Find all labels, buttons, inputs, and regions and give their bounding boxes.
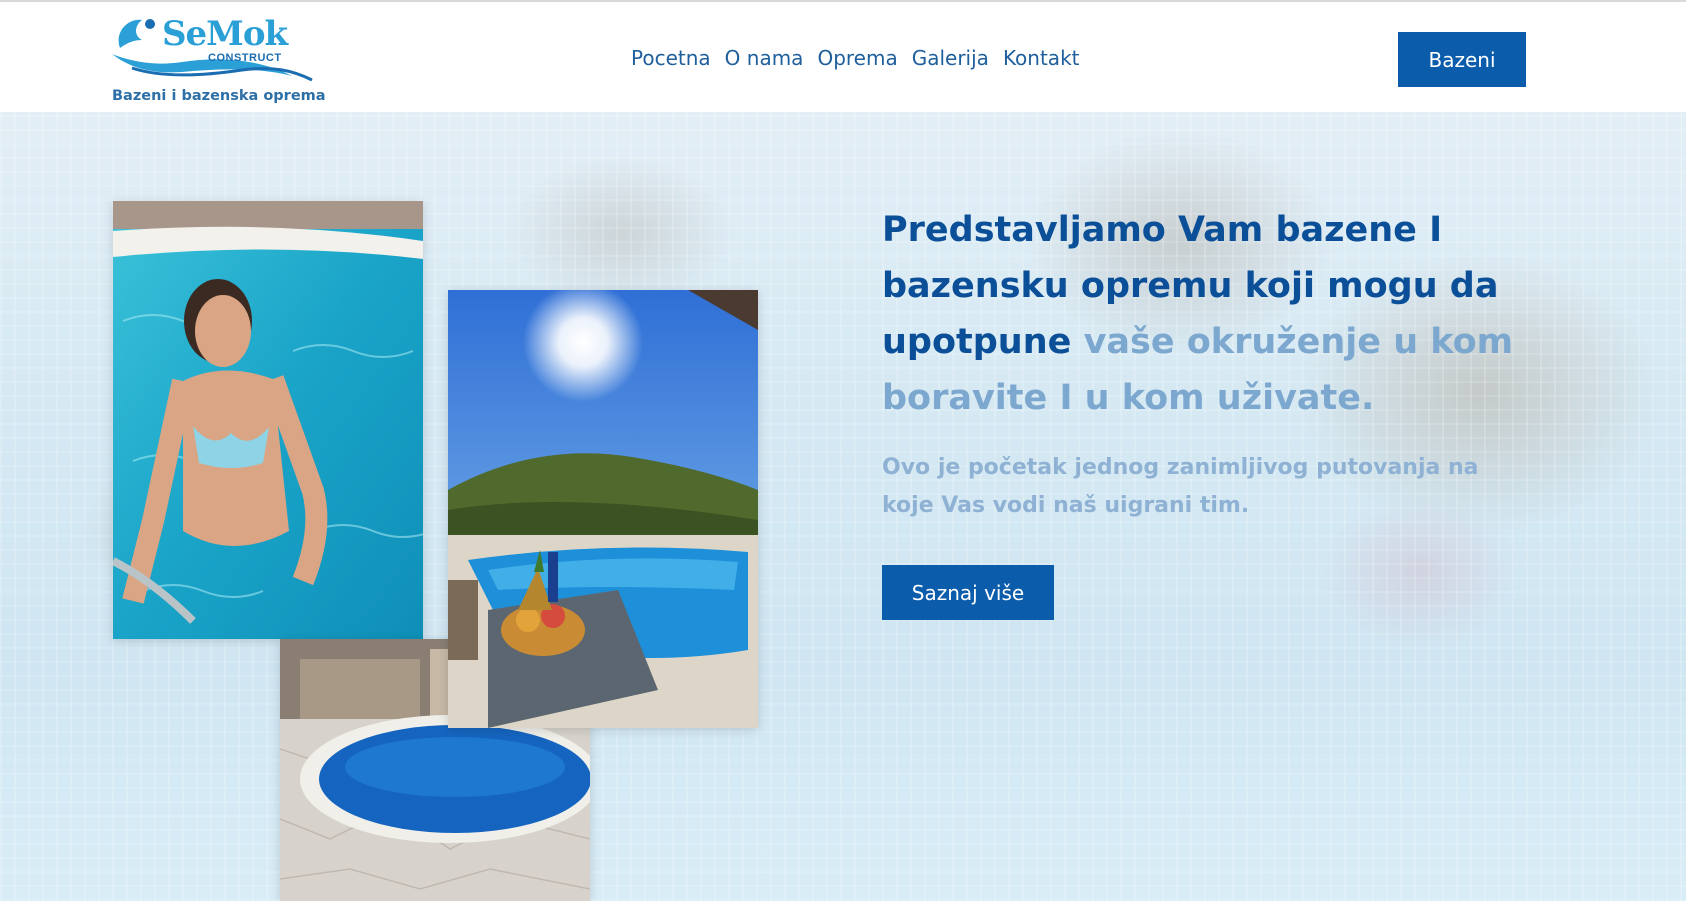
hero-headline: Predstavljamo Vam bazene I bazensku opre… xyxy=(882,202,1522,426)
pool-sun-photo xyxy=(448,290,758,728)
tagline: Bazeni i bazenska oprema xyxy=(112,88,326,104)
pool-woman-photo xyxy=(113,201,423,639)
nav-item-o-nama[interactable]: O nama xyxy=(725,46,804,70)
logo[interactable]: SeMok CONSTRUCT Bazeni i bazenska oprema xyxy=(112,10,326,106)
nav-item-kontakt[interactable]: Kontakt xyxy=(1003,46,1080,70)
logo-subtitle: CONSTRUCT xyxy=(208,52,282,64)
nav-item-oprema[interactable]: Oprema xyxy=(817,46,897,70)
bazeni-button[interactable]: Bazeni xyxy=(1398,32,1526,87)
logo-name: SeMok xyxy=(162,14,288,54)
saznaj-vise-button[interactable]: Saznaj više xyxy=(882,565,1054,620)
main-nav: Pocetna O nama Oprema Galerija Kontakt xyxy=(631,46,1080,70)
nav-item-galerija[interactable]: Galerija xyxy=(912,46,989,70)
nav-item-pocetna[interactable]: Pocetna xyxy=(631,46,711,70)
site-header: SeMok CONSTRUCT Bazeni i bazenska oprema… xyxy=(0,2,1686,112)
hero-section: Predstavljamo Vam bazene I bazensku opre… xyxy=(0,112,1686,901)
hero-subtext: Ovo je početak jednog zanimljivog putova… xyxy=(882,455,1479,518)
